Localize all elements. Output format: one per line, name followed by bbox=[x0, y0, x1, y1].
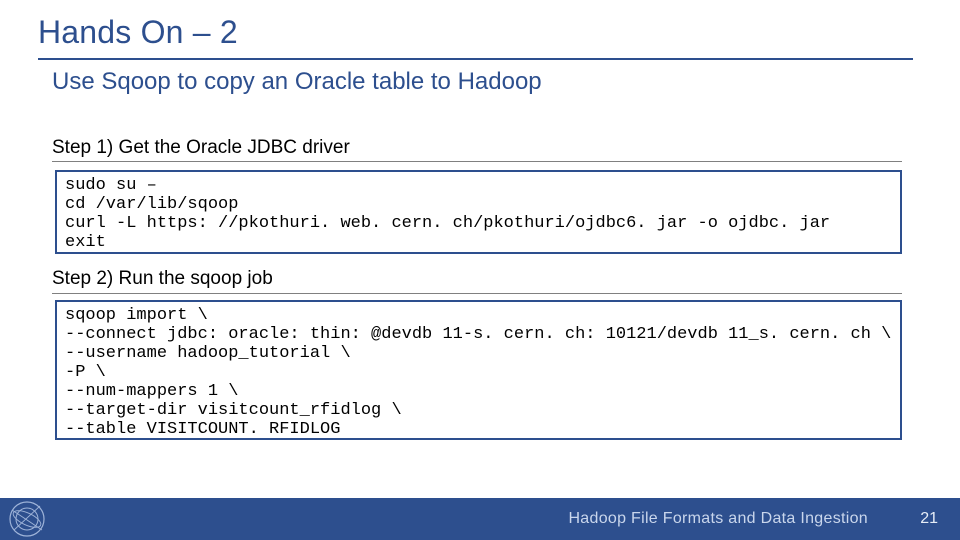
slide-subtitle: Use Sqoop to copy an Oracle table to Had… bbox=[52, 68, 542, 96]
cern-logo-icon bbox=[8, 500, 46, 540]
step-1-heading: Step 1) Get the Oracle JDBC driver bbox=[52, 137, 350, 159]
footer-bar: Hadoop File Formats and Data Ingestion 2… bbox=[0, 498, 960, 540]
page-number: 21 bbox=[920, 510, 938, 528]
slide-title: Hands On – 2 bbox=[38, 14, 238, 51]
code-block-2: sqoop import \ --connect jdbc: oracle: t… bbox=[55, 300, 902, 440]
code-block-2-text: sqoop import \ --connect jdbc: oracle: t… bbox=[65, 306, 892, 439]
code-block-1-text: sudo su – cd /var/lib/sqoop curl -L http… bbox=[65, 176, 892, 252]
step-2-underline bbox=[52, 293, 902, 294]
title-underline bbox=[38, 58, 913, 60]
slide: Hands On – 2 Use Sqoop to copy an Oracle… bbox=[0, 0, 960, 540]
step-2-heading: Step 2) Run the sqoop job bbox=[52, 268, 273, 290]
step-1-underline bbox=[52, 161, 902, 162]
footer-caption: Hadoop File Formats and Data Ingestion bbox=[568, 510, 868, 528]
code-block-1: sudo su – cd /var/lib/sqoop curl -L http… bbox=[55, 170, 902, 254]
